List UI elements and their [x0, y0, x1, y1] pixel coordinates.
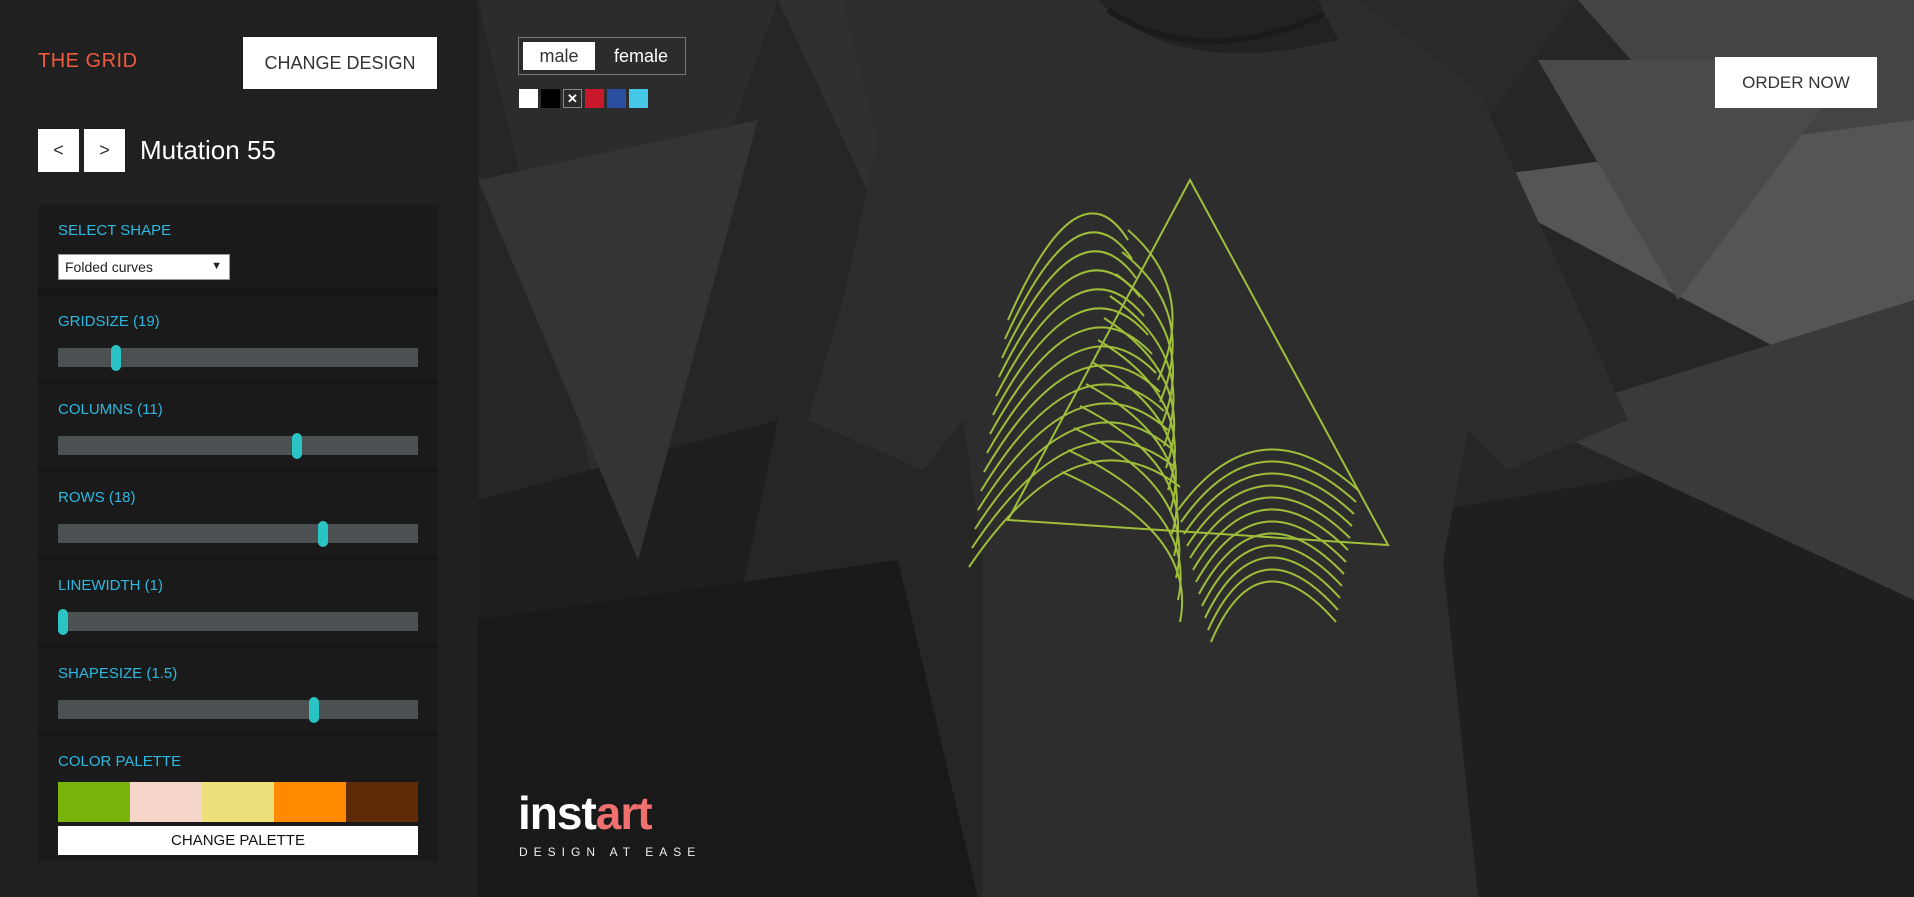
brand-title: THE GRID: [38, 50, 138, 72]
dropdown-arrow-icon: ▼: [211, 260, 222, 272]
palette-swatch[interactable]: [346, 782, 418, 822]
shirt-color-swatch[interactable]: [585, 89, 604, 108]
shape-select-value: Folded curves: [65, 259, 153, 275]
shirt-design: [968, 177, 1390, 643]
change-palette-button[interactable]: CHANGE PALETTE: [58, 826, 418, 855]
shapesize-slider[interactable]: [58, 697, 418, 723]
shirt-color-swatch-selected[interactable]: ✕: [563, 89, 582, 108]
palette-swatch[interactable]: [202, 782, 274, 822]
rows-section: ROWS (18): [38, 472, 438, 556]
columns-slider-handle[interactable]: [292, 433, 303, 459]
shirt-color-swatch[interactable]: [519, 89, 538, 108]
palette-swatch[interactable]: [130, 782, 202, 822]
palette-swatch[interactable]: [58, 782, 130, 822]
palette-swatch[interactable]: [274, 782, 346, 822]
gender-female-option[interactable]: female: [605, 42, 677, 70]
shape-select[interactable]: Folded curves ▼: [58, 254, 230, 280]
select-shape-label: SELECT SHAPE: [58, 222, 172, 239]
columns-section: COLUMNS (11): [38, 384, 438, 468]
tagline: DESIGN AT EASE: [519, 845, 702, 859]
shapesize-section: SHAPESIZE (1.5): [38, 648, 438, 732]
shapesize-label: SHAPESIZE (1.5): [58, 665, 178, 682]
mutation-title: Mutation 55: [140, 135, 276, 165]
order-now-button[interactable]: ORDER NOW: [1715, 57, 1877, 108]
columns-label: COLUMNS (11): [58, 401, 163, 418]
linewidth-label: LINEWIDTH (1): [58, 577, 163, 594]
gridsize-label: GRIDSIZE (19): [58, 313, 160, 330]
rows-slider[interactable]: [58, 521, 418, 547]
instart-logo: instart: [518, 787, 653, 839]
shirt-color-swatch[interactable]: [541, 89, 560, 108]
columns-slider[interactable]: [58, 433, 418, 459]
linewidth-slider[interactable]: [58, 609, 418, 635]
previous-mutation-button[interactable]: <: [38, 129, 79, 172]
rows-slider-handle[interactable]: [317, 521, 328, 547]
rows-label: ROWS (18): [58, 489, 136, 506]
preview-stage: male female ✕ ORDER NOW instart DESIGN A…: [478, 0, 1914, 897]
palette-swatches: [58, 782, 418, 822]
shape-section: SELECT SHAPE Folded curves ▼: [38, 205, 438, 289]
linewidth-section: LINEWIDTH (1): [38, 560, 438, 644]
shirt-color-swatch[interactable]: [607, 89, 626, 108]
shirt-color-swatches: ✕: [519, 89, 648, 108]
change-design-button[interactable]: CHANGE DESIGN: [243, 37, 437, 89]
settings-panel: SELECT SHAPE Folded curves ▼ GRIDSIZE (1…: [38, 205, 438, 861]
gender-toggle: male female: [518, 37, 686, 75]
next-mutation-button[interactable]: >: [84, 129, 125, 172]
sidebar: THE GRID CHANGE DESIGN < > Mutation 55 S…: [0, 0, 478, 897]
shirt-color-swatch[interactable]: [629, 89, 648, 108]
gridsize-slider[interactable]: [58, 345, 418, 371]
gridsize-slider-handle[interactable]: [110, 345, 121, 371]
color-palette-label: COLOR PALETTE: [58, 753, 182, 770]
gender-male-option[interactable]: male: [523, 42, 595, 70]
linewidth-slider-handle[interactable]: [58, 609, 69, 635]
gridsize-section: GRIDSIZE (19): [38, 296, 438, 380]
shapesize-slider-handle[interactable]: [308, 697, 319, 723]
